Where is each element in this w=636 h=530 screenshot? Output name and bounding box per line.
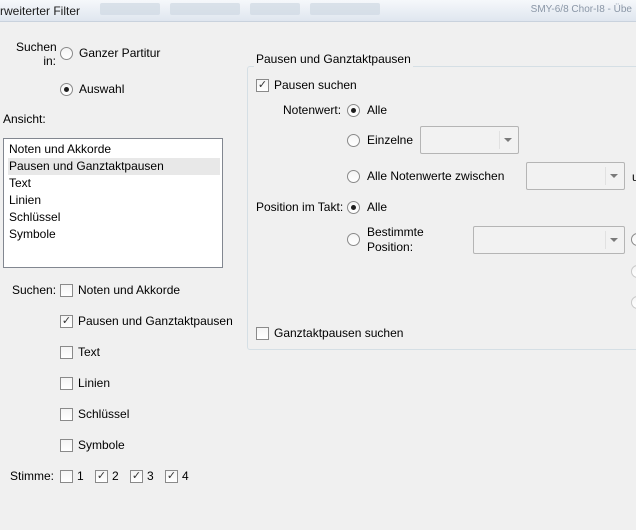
checkbox-lines-label: Linien [78,376,111,390]
chevron-down-icon [504,138,512,142]
checkbox-text-label: Text [78,345,101,359]
checkbox-search-rests[interactable]: ✓ [256,79,269,92]
checkbox-notes-chords-label: Noten und Akkorde [78,283,181,297]
chevron-down-icon [610,174,618,178]
between-and-label: u [632,170,636,184]
radio-note-value-between[interactable] [347,170,360,183]
checkbox-voice-3[interactable]: ✓ [130,470,143,483]
chevron-down-icon [610,238,618,242]
list-item[interactable]: Text [8,175,220,192]
checkbox-notes-chords[interactable] [60,284,73,297]
list-item[interactable]: Linien [8,192,220,209]
checkbox-clefs[interactable] [60,408,73,421]
blurred-tab [310,3,380,15]
check-icon: ✓ [257,79,268,91]
radio-whole-score-label: Ganzer Partitur [79,46,161,60]
checkbox-voice-4[interactable]: ✓ [165,470,178,483]
radio-position-specific-label-1: Bestimmte [367,225,424,239]
position-label: Position im Takt: [256,200,344,214]
list-item[interactable]: Schlüssel [8,209,220,226]
search-label: Suchen: [12,283,57,297]
radio-position-specific-label-2: Position: [367,240,414,254]
list-item[interactable]: Noten und Akkorde [8,141,220,158]
view-label: Ansicht: [3,112,46,126]
voice-label: Stimme: [10,469,55,483]
radio-note-value-single[interactable] [347,134,360,147]
blurred-tab [170,3,240,15]
checkbox-symbols-label: Symbole [78,438,125,452]
dropdown-separator [499,131,500,149]
checkbox-rests[interactable]: ✓ [60,315,73,328]
window-title-right: SMY-6/8 Chor-I8 - Übe [530,4,632,15]
list-item[interactable]: Symbole [8,226,220,243]
radio-position-all-label: Alle [367,200,388,214]
radio-selection-label: Auswahl [79,82,125,96]
checkbox-search-whole-rests[interactable] [256,327,269,340]
radio-selection[interactable] [60,83,73,96]
check-icon: ✓ [131,470,142,482]
check-icon: ✓ [166,470,177,482]
single-note-value-dropdown[interactable] [420,126,519,154]
view-listbox[interactable]: Noten und Akkorde Pausen und Ganztaktpau… [3,138,223,268]
check-icon: ✓ [61,315,72,327]
title-bar: rweiterter Filter SMY-6/8 Chor-I8 - Übe [0,0,636,22]
voice-2-label: 2 [112,469,119,483]
window-title: rweiterter Filter [0,4,81,18]
blurred-tab [250,3,300,15]
radio-note-value-all-label: Alle [367,103,388,117]
voice-4-label: 4 [182,469,189,483]
checkbox-voice-1[interactable] [60,470,73,483]
dropdown-separator [605,167,606,185]
dropdown-separator [605,231,606,249]
voice-1-label: 1 [77,469,84,483]
between-from-dropdown[interactable] [526,162,625,190]
check-icon: ✓ [96,470,107,482]
radio-note-value-between-label: Alle Notenwerte zwischen [367,169,505,183]
list-item-selected[interactable]: Pausen und Ganztaktpausen [8,158,220,175]
checkbox-search-rests-label: Pausen suchen [274,78,357,92]
voice-3-label: 3 [147,469,154,483]
checkbox-symbols[interactable] [60,439,73,452]
radio-whole-score[interactable] [60,47,73,60]
radio-note-value-single-label: Einzelne [367,133,414,147]
radio-position-specific[interactable] [347,233,360,246]
radio-position-all[interactable] [347,201,360,214]
checkbox-clefs-label: Schlüssel [78,407,130,421]
checkbox-voice-2[interactable]: ✓ [95,470,108,483]
specific-position-dropdown[interactable] [473,226,625,254]
checkbox-search-whole-rests-label: Ganztaktpausen suchen [274,326,404,340]
checkbox-rests-label: Pausen und Ganztaktpausen [78,314,233,328]
checkbox-lines[interactable] [60,377,73,390]
search-in-label: Suchen in: [16,40,57,68]
note-value-label: Notenwert: [283,103,342,117]
checkbox-text[interactable] [60,346,73,359]
blurred-tab [100,3,160,15]
rests-group-title: Pausen und Ganztaktpausen [254,52,413,67]
radio-note-value-all[interactable] [347,104,360,117]
